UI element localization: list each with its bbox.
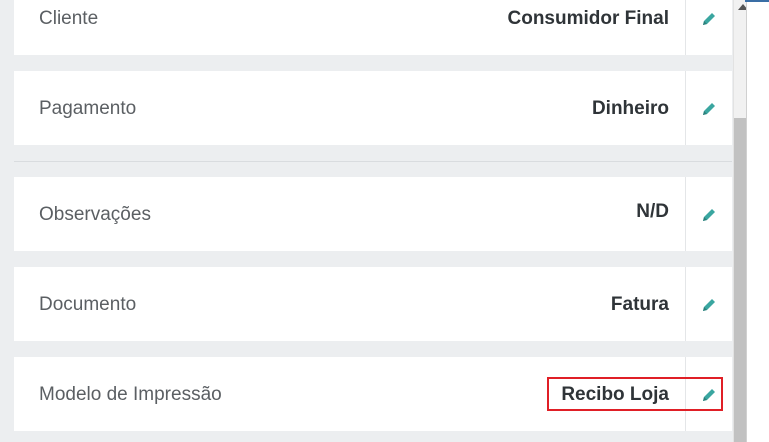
- row-label: Cliente: [39, 8, 99, 29]
- row-divider: [685, 357, 686, 431]
- pencil-icon[interactable]: [700, 206, 718, 224]
- row-label: Documento: [39, 294, 137, 315]
- row-label: Pagamento: [39, 98, 137, 119]
- pencil-icon[interactable]: [700, 296, 718, 314]
- window-edge: [746, 0, 769, 442]
- row-value: N/D: [636, 201, 669, 222]
- row-value: Recibo Loja: [561, 384, 669, 405]
- row-documento: Documento Fatura: [14, 267, 732, 341]
- row-label: Modelo de Impressão: [39, 384, 222, 405]
- row-divider: [685, 71, 686, 145]
- row-divider: [685, 0, 686, 55]
- row-pagamento: Pagamento Dinheiro: [14, 71, 732, 145]
- row-divider: [685, 267, 686, 341]
- row-divider: [685, 177, 686, 251]
- row-cliente: Cliente Consumidor Final: [14, 0, 732, 55]
- pencil-icon[interactable]: [700, 386, 718, 404]
- row-value: Dinheiro: [591, 98, 669, 119]
- row-observacoes: Observações N/D: [14, 177, 732, 251]
- window-top-edge: [745, 0, 769, 2]
- row-value: Consumidor Final: [507, 8, 670, 29]
- pencil-icon[interactable]: [700, 100, 718, 118]
- scroll-thumb[interactable]: [734, 118, 746, 442]
- order-details-panel: Cliente Consumidor Final Pagamento Dinhe…: [0, 0, 733, 442]
- pencil-icon[interactable]: [700, 10, 718, 28]
- row-value: Fatura: [610, 294, 669, 315]
- row-modelo-impressao: Modelo de Impressão Recibo Loja: [14, 357, 732, 431]
- row-label: Observações: [39, 204, 151, 225]
- section-separator: [14, 161, 732, 162]
